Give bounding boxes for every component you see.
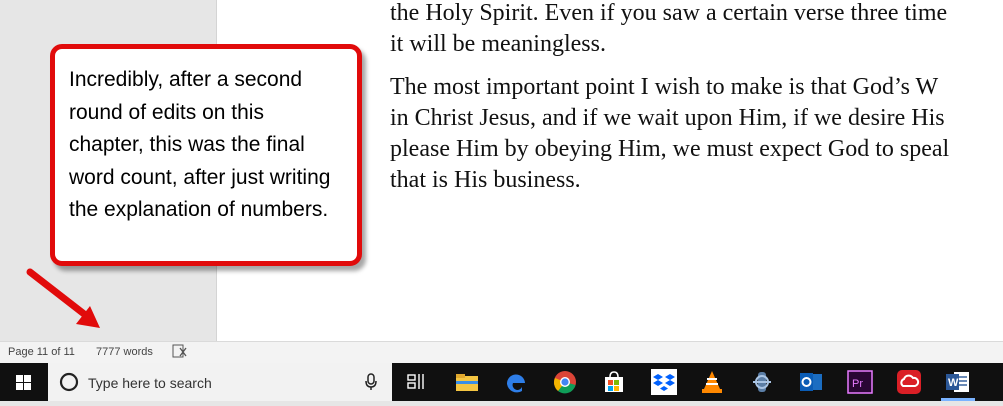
search-placeholder: Type here to search	[88, 375, 212, 391]
doc-line: it will be meaningless.	[390, 31, 606, 57]
file-explorer-icon[interactable]	[454, 369, 480, 395]
word-icon[interactable]: W	[945, 369, 971, 395]
doc-line: that is His business.	[390, 167, 581, 193]
vlc-icon[interactable]	[699, 369, 725, 395]
page-count[interactable]: Page 11 of 11	[8, 346, 75, 358]
taskbar-search[interactable]: Type here to search	[48, 363, 392, 401]
task-view-icon[interactable]	[404, 369, 430, 395]
word-status-bar: Page 11 of 11 7777 words	[0, 341, 1003, 364]
premiere-icon[interactable]: Pr	[847, 369, 873, 395]
red-arrow-icon	[26, 268, 100, 328]
store-icon[interactable]	[601, 369, 627, 395]
word-count[interactable]: 7777 words	[96, 346, 153, 358]
microphone-icon[interactable]	[364, 373, 378, 391]
doc-line: in Christ Jesus, and if we wait upon Him…	[390, 105, 945, 131]
app-icon[interactable]	[749, 369, 775, 395]
document-body[interactable]: the Holy Spirit. Even if you saw a certa…	[390, 0, 1003, 196]
chrome-icon[interactable]	[552, 369, 578, 395]
dropbox-icon[interactable]	[651, 369, 677, 395]
doc-line: The most important point I wish to make …	[390, 74, 939, 100]
svg-text:Pr: Pr	[852, 378, 863, 390]
annotation-callout: Incredibly, after a second round of edit…	[50, 44, 362, 266]
doc-line: the Holy Spirit. Even if you saw a certa…	[390, 0, 948, 26]
windows-start-icon	[16, 375, 31, 390]
search-circle-icon	[59, 372, 79, 392]
svg-text:W: W	[948, 377, 959, 389]
doc-line: please Him by obeying Him, we must expec…	[390, 136, 950, 162]
windows-taskbar: Type here to search Pr W	[0, 363, 1003, 401]
outlook-icon[interactable]	[798, 369, 824, 395]
callout-text: Incredibly, after a second round of edit…	[69, 68, 331, 221]
proofing-icon[interactable]	[172, 344, 188, 361]
edge-icon[interactable]	[503, 369, 529, 395]
creative-cloud-icon[interactable]	[896, 369, 922, 395]
start-button[interactable]	[0, 363, 48, 401]
